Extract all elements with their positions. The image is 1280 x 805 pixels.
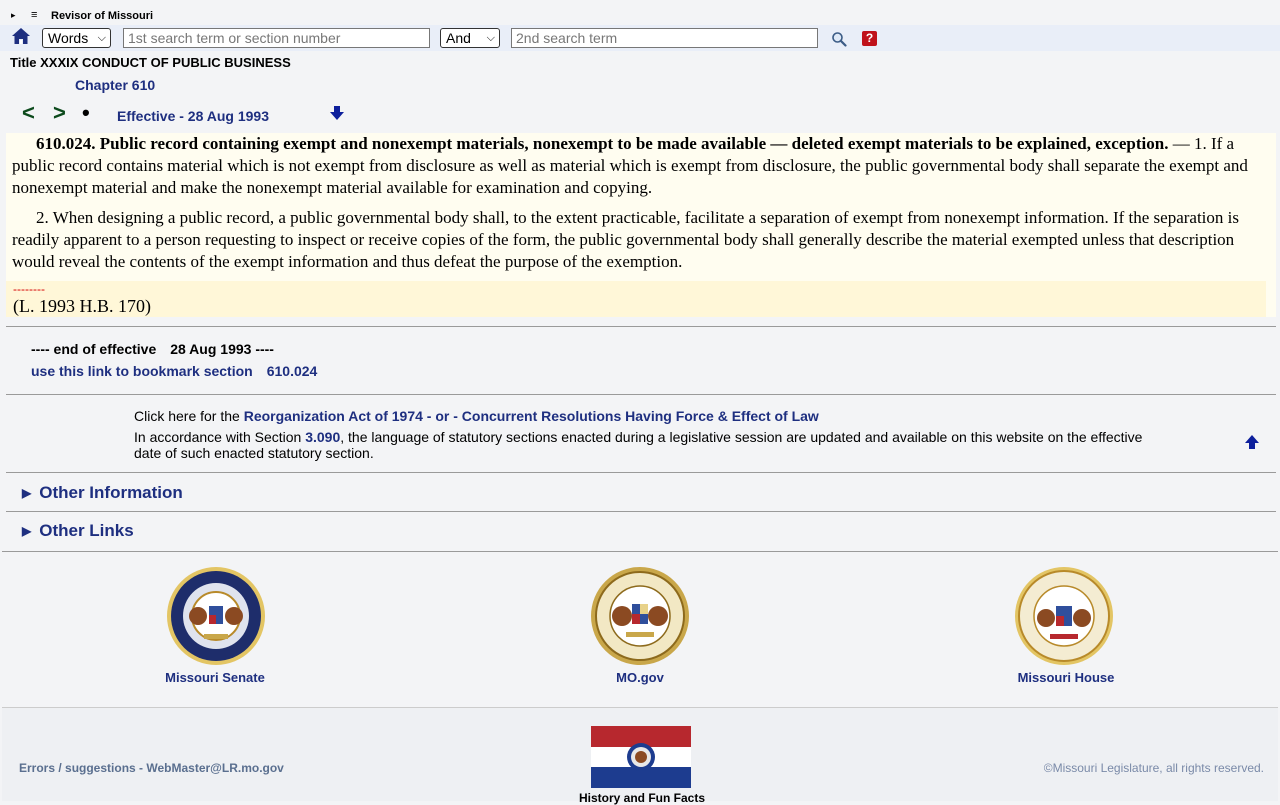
other-links-label: Other Links: [39, 521, 134, 540]
title-breadcrumb[interactable]: Title XXXIX CONDUCT OF PUBLIC BUSINESS: [10, 55, 291, 70]
divider: [6, 394, 1276, 395]
state-seal-icon[interactable]: [590, 566, 690, 666]
first-search-input[interactable]: 1st search term or section number: [123, 28, 430, 48]
statute-paragraph-1: 610.024. Public record containing exempt…: [12, 133, 1270, 199]
bookmark-link[interactable]: use this link to bookmark section 610.024: [31, 363, 317, 379]
section-nav: < > • Effective - 28 Aug 1993: [0, 100, 400, 128]
search-icon[interactable]: [831, 31, 847, 47]
divider: [6, 326, 1276, 327]
section-heading: 610.024. Public record containing exempt…: [36, 134, 1169, 153]
search-bar: Words ⌵ 1st search term or section numbe…: [0, 25, 1280, 51]
divider: [2, 551, 1278, 552]
expand-icon: ▶: [22, 486, 32, 500]
search-mode-select[interactable]: Words ⌵: [42, 28, 111, 48]
search-operator-value: And: [446, 30, 471, 46]
site-title[interactable]: Revisor of Missouri: [51, 10, 153, 22]
search-mode-value: Words: [48, 30, 89, 46]
house-seal-icon[interactable]: [1014, 566, 1114, 666]
second-search-input[interactable]: 2nd search term: [511, 28, 818, 48]
help-icon[interactable]: ?: [862, 31, 877, 46]
statute-paragraph-2: 2. When designing a public record, a pub…: [12, 208, 1239, 271]
footer: Errors / suggestions - WebMaster@LR.mo.g…: [2, 707, 1278, 805]
history-divider: --------: [13, 282, 45, 296]
home-icon[interactable]: [11, 26, 31, 46]
chevron-down-icon: ⌵: [486, 32, 495, 44]
bookmark-label: use this link to bookmark section: [31, 363, 253, 379]
other-links-toggle[interactable]: ▶ Other Links: [22, 521, 134, 541]
other-information-label: Other Information: [39, 483, 183, 502]
expand-icon[interactable]: ▸: [11, 10, 16, 21]
previous-section-button[interactable]: <: [22, 100, 35, 126]
end-label: ---- end of effective: [31, 341, 157, 357]
end-date: 28 Aug 1993 ----: [170, 341, 274, 357]
accord-prefix: In accordance with Section: [134, 429, 306, 445]
section-index-button[interactable]: •: [82, 100, 90, 126]
missouri-flag-icon[interactable]: [591, 726, 691, 788]
history-fun-facts-link[interactable]: History and Fun Facts: [572, 791, 712, 805]
section-3090-link[interactable]: 3.090: [305, 429, 340, 445]
copyright: ©Missouri Legislature, all rights reserv…: [1043, 761, 1264, 775]
chevron-down-icon: ⌵: [97, 32, 106, 44]
webmaster-link[interactable]: Errors / suggestions - WebMaster@LR.mo.g…: [19, 761, 284, 775]
top-bar: ▸ ≡ Revisor of Missouri: [0, 0, 1280, 25]
menu-icon[interactable]: ≡: [31, 9, 37, 21]
chapter-link[interactable]: Chapter 610: [75, 77, 155, 93]
other-information-toggle[interactable]: ▶ Other Information: [22, 483, 183, 503]
section-3090-notice: In accordance with Section 3.090, the la…: [134, 429, 1164, 461]
reorganization-notice: Click here for the Reorganization Act of…: [134, 408, 1164, 424]
expand-icon: ▶: [22, 524, 32, 538]
next-section-button[interactable]: >: [53, 100, 66, 126]
history-citation: (L. 1993 H.B. 170): [13, 296, 151, 316]
divider: [6, 472, 1276, 473]
senate-link[interactable]: Missouri Senate: [115, 670, 315, 685]
reorganization-link[interactable]: Reorganization Act of 1974 - or - Concur…: [244, 408, 819, 424]
effective-date: Effective - 28 Aug 1993: [117, 108, 269, 124]
statute-history: -------- (L. 1993 H.B. 170): [6, 281, 1266, 317]
senate-seal-icon[interactable]: [166, 566, 266, 666]
bookmark-section: 610.024: [266, 363, 318, 379]
arrow-down-icon[interactable]: [329, 105, 345, 121]
house-link[interactable]: Missouri House: [966, 670, 1166, 685]
arrow-up-icon[interactable]: [1244, 434, 1260, 450]
divider: [6, 511, 1276, 512]
end-of-effective: ---- end of effective 28 Aug 1993 ----: [31, 341, 274, 357]
mo-gov-link[interactable]: MO.gov: [540, 670, 740, 685]
search-operator-select[interactable]: And ⌵: [440, 28, 500, 48]
notice-prefix: Click here for the: [134, 408, 244, 424]
